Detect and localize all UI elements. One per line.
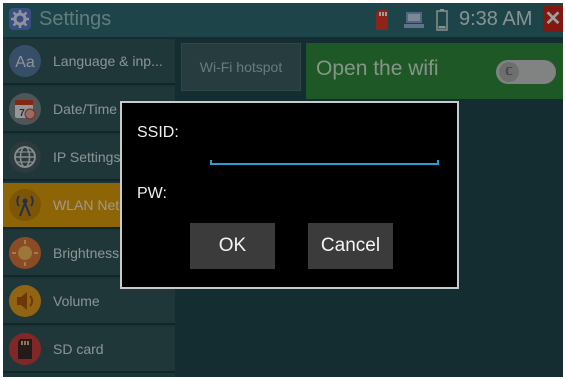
wifi-credentials-dialog: SSID: PW: OK Cancel <box>120 101 459 289</box>
password-label: PW: <box>137 185 167 202</box>
ssid-label: SSID: <box>137 124 179 141</box>
password-input[interactable] <box>210 181 440 211</box>
ssid-input[interactable] <box>210 133 440 163</box>
ok-button[interactable]: OK <box>190 223 275 269</box>
device-screen: Settings 9:38 AM ✕ Aa Language & inp... … <box>3 3 563 377</box>
ssid-input-underline <box>210 160 439 165</box>
cancel-button[interactable]: Cancel <box>308 223 393 269</box>
